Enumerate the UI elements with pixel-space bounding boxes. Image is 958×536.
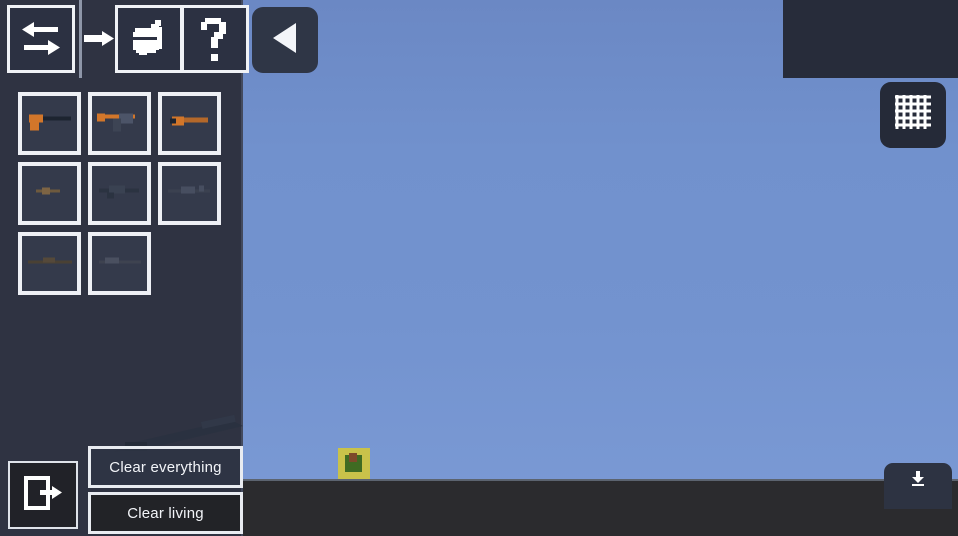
weapon-slot-pistol[interactable]: [18, 92, 81, 155]
toolbar-help-button[interactable]: [181, 5, 249, 73]
sidebar-toolbar: [0, 0, 249, 78]
inventory-row: [18, 162, 228, 225]
assault-rifle-icon: [165, 182, 215, 205]
toolbar-insert-button[interactable]: [84, 5, 116, 73]
download-button[interactable]: [884, 463, 952, 509]
weapon-slot-sniper[interactable]: [18, 232, 81, 295]
toggle-grid-button[interactable]: [880, 82, 946, 148]
weapon-slot-sawed-off[interactable]: [158, 92, 221, 155]
download-icon: [910, 470, 926, 491]
sidebar: Clear everything Clear living: [0, 0, 249, 536]
revolver-icon: [30, 183, 70, 204]
shotgun-icon: [95, 253, 145, 274]
clear-living-button[interactable]: Clear living: [88, 492, 243, 534]
insert-icon: [84, 5, 116, 73]
carbine-icon: [95, 182, 145, 205]
weapon-inventory: [18, 92, 228, 302]
entity-core-inner: [349, 453, 357, 462]
clear-everything-button[interactable]: Clear everything: [88, 446, 243, 488]
smg-icon: [95, 109, 145, 138]
weapon-slot-smg[interactable]: [88, 92, 151, 155]
triangle-left-icon: [268, 20, 302, 61]
toolbar-paint-button[interactable]: [115, 5, 183, 73]
grid-icon: [891, 91, 935, 140]
inventory-row: [18, 92, 228, 155]
help-icon: [184, 8, 246, 70]
inventory-row: [18, 232, 228, 295]
sniper-rifle-icon: [25, 253, 75, 274]
pistol-icon: [25, 110, 75, 137]
exit-icon: [22, 473, 64, 518]
game-screen: Clear everything Clear living: [0, 0, 958, 536]
world-entity[interactable]: [338, 448, 370, 479]
weapon-slot-revolver[interactable]: [18, 162, 81, 225]
toolbar-divider: [79, 0, 82, 78]
sawed-off-icon: [166, 111, 214, 136]
swap-icon: [10, 8, 72, 70]
weapon-slot-assault[interactable]: [158, 162, 221, 225]
collapse-panel-button[interactable]: [252, 7, 318, 73]
toolbar-swap-button[interactable]: [7, 5, 75, 73]
playback-panel: [783, 0, 958, 78]
paint-icon: [118, 8, 180, 70]
weapon-slot-shotgun[interactable]: [88, 232, 151, 295]
weapon-slot-carbine[interactable]: [88, 162, 151, 225]
exit-button[interactable]: [8, 461, 78, 529]
